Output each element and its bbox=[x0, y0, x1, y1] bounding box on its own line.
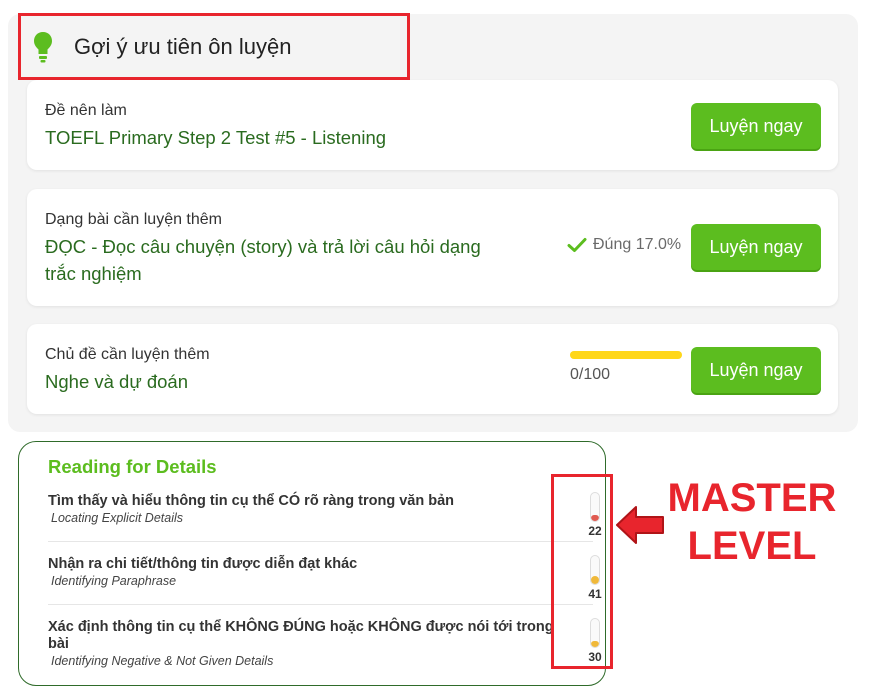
recommended-test-card: Đề nên làm TOEFL Primary Step 2 Test #5 … bbox=[27, 80, 838, 170]
skill-title: Nhận ra chi tiết/thông tin được diễn đạt… bbox=[48, 556, 358, 572]
topic-card: Chủ đề cần luyện thêm Nghe và dự đoán 0/… bbox=[27, 324, 838, 414]
master-level-line1: MASTER bbox=[667, 476, 837, 520]
page-title: Gợi ý ưu tiên ôn luyện bbox=[74, 34, 292, 59]
accuracy-text: Đúng 17.0% bbox=[593, 236, 682, 253]
recommended-test-label: Đề nên làm bbox=[45, 102, 127, 119]
mastery-level-highlight-box bbox=[551, 474, 613, 669]
question-type-label: Dạng bài cần luyện thêm bbox=[45, 211, 222, 228]
practice-now-button[interactable]: Luyện ngay bbox=[691, 347, 821, 393]
skill-subtitle: Locating Explicit Details bbox=[51, 511, 184, 525]
check-icon bbox=[567, 238, 587, 252]
topic-label: Chủ đề cần luyện thêm bbox=[45, 346, 210, 363]
accuracy-indicator: Đúng 17.0% bbox=[567, 236, 681, 254]
skill-title: Tìm thấy và hiểu thông tin cụ thể CÓ rõ … bbox=[48, 493, 455, 509]
skill-title-line1: Xác định thông tin cụ thể KHÔNG ĐÚNG hoặ… bbox=[48, 619, 554, 635]
reading-section-title: Reading for Details bbox=[48, 456, 217, 477]
topic-progress-fill bbox=[570, 351, 682, 359]
practice-now-button[interactable]: Luyện ngay bbox=[691, 224, 821, 270]
topic-value[interactable]: Nghe và dự đoán bbox=[45, 368, 188, 395]
row-divider bbox=[48, 541, 593, 542]
question-type-value-line1[interactable]: ĐỌC - Đọc câu chuyện (story) và trả lời … bbox=[45, 233, 481, 260]
skill-row[interactable]: Xác định thông tin cụ thể KHÔNG ĐÚNG hoặ… bbox=[48, 619, 593, 668]
practice-now-button[interactable]: Luyện ngay bbox=[691, 103, 821, 149]
master-level-line2: LEVEL bbox=[687, 524, 817, 568]
question-type-value-line2[interactable]: trắc nghiệm bbox=[45, 260, 142, 287]
skill-row[interactable]: Tìm thấy và hiểu thông tin cụ thể CÓ rõ … bbox=[48, 493, 593, 525]
arrow-left-icon bbox=[616, 506, 664, 544]
topic-progress-bar bbox=[570, 351, 682, 359]
lightbulb-icon bbox=[34, 32, 52, 63]
skill-row[interactable]: Nhận ra chi tiết/thông tin được diễn đạt… bbox=[48, 556, 593, 588]
master-level-annotation: MASTER LEVEL bbox=[662, 474, 842, 570]
skill-subtitle: Identifying Negative & Not Given Details bbox=[51, 654, 274, 668]
recommended-test-value[interactable]: TOEFL Primary Step 2 Test #5 - Listening bbox=[45, 124, 386, 151]
row-divider bbox=[48, 604, 593, 605]
question-type-card: Dạng bài cần luyện thêm ĐỌC - Đọc câu ch… bbox=[27, 189, 838, 306]
skill-title-line2: bài bbox=[48, 636, 69, 652]
topic-progress-text: 0/100 bbox=[570, 366, 611, 383]
skill-subtitle: Identifying Paraphrase bbox=[51, 574, 177, 588]
reading-details-box: Reading for Details Tìm thấy và hiểu thô… bbox=[18, 441, 606, 686]
